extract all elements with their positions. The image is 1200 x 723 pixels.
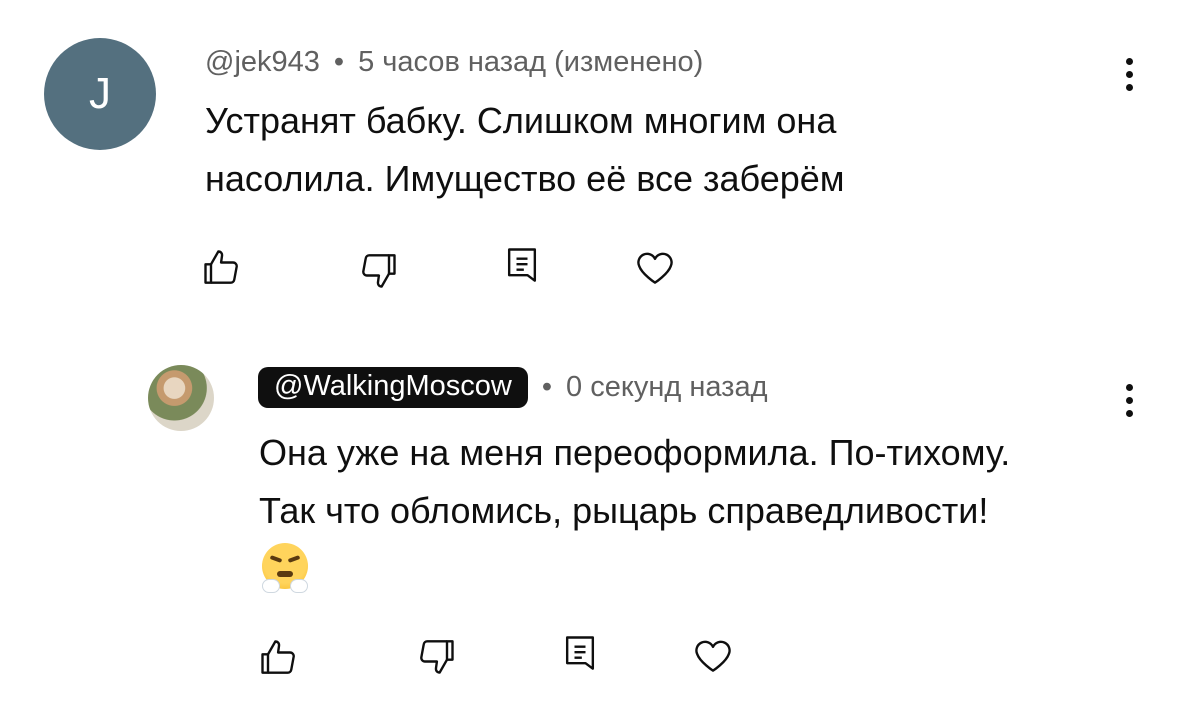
- author-handle[interactable]: @jek943: [205, 46, 320, 79]
- comment-text-line: Она уже на меня переоформила. По-тихому.: [259, 432, 1011, 473]
- avatar[interactable]: J: [44, 38, 156, 150]
- dislike-icon: [420, 640, 454, 674]
- dislike-icon: [362, 254, 396, 288]
- like-icon: [261, 640, 295, 674]
- meta-separator: •: [333, 46, 345, 78]
- avatar-letter: J: [89, 69, 111, 118]
- comment-text: Устранят бабку. Слишком многим она насол…: [205, 92, 845, 208]
- heart-button[interactable]: [690, 634, 736, 678]
- meta-separator: •: [541, 371, 553, 403]
- avatar[interactable]: [148, 365, 214, 431]
- kebab-menu-icon[interactable]: [1124, 58, 1134, 91]
- comment-meta: @jek943 • 5 часов назад (изменено): [205, 46, 703, 79]
- kebab-menu-icon[interactable]: [1124, 384, 1134, 417]
- timestamp[interactable]: 0 секунд назад: [566, 371, 768, 404]
- comment-text-line: Устранят бабку. Слишком многим она: [205, 100, 837, 141]
- reply-icon: [565, 636, 595, 670]
- timestamp[interactable]: 5 часов назад (изменено): [358, 46, 703, 79]
- dislike-button[interactable]: [356, 248, 400, 292]
- comment-text-line: насолила. Имущество её все заберём: [205, 158, 845, 199]
- heart-button[interactable]: [632, 246, 678, 290]
- comment-meta: @WalkingMoscow • 0 секунд назад: [258, 367, 768, 408]
- comment-text-line: Так что обломись, рыцарь справедливости!: [259, 490, 989, 531]
- author-handle-badge[interactable]: @WalkingMoscow: [258, 367, 528, 408]
- like-icon: [204, 250, 238, 284]
- reply-button[interactable]: [558, 632, 602, 676]
- dislike-button[interactable]: [414, 634, 458, 678]
- like-button[interactable]: [200, 246, 244, 290]
- heart-icon: [637, 252, 673, 284]
- comment-text: Она уже на меня переоформила. По-тихому.…: [259, 424, 1010, 540]
- reply-button[interactable]: [500, 244, 544, 288]
- heart-icon: [695, 640, 731, 672]
- like-button[interactable]: [257, 636, 301, 680]
- reply-icon: [507, 248, 537, 282]
- face-with-steam-emoji: [262, 543, 308, 593]
